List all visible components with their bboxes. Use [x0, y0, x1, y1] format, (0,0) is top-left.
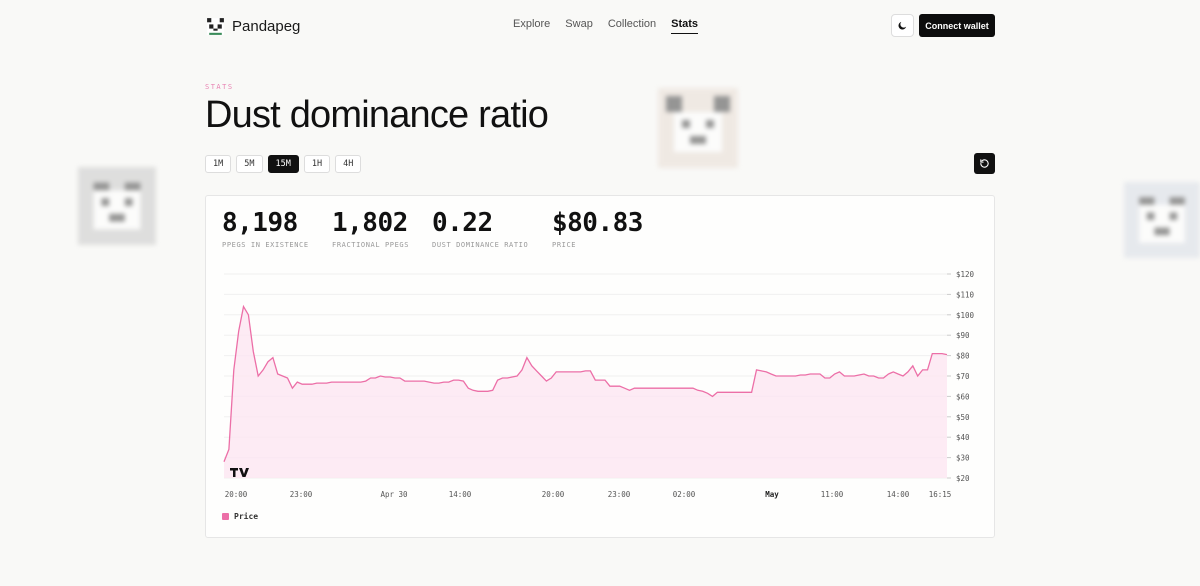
x-tick-label: 14:00 [449, 490, 472, 499]
price-chart-svg: $120 $110 $100 $90 $80 $70 $60 $50 $40 $30 $20 20:0… [223, 270, 975, 499]
x-tick-label: 02:00 [673, 490, 696, 499]
page-title: Dust dominance ratio [205, 94, 549, 136]
y-tick-label: $60 [956, 392, 970, 401]
y-tick-label: $100 [956, 311, 975, 320]
x-tick-label: Apr 30 [380, 490, 408, 499]
timeframe-1m[interactable]: 1M [205, 155, 232, 173]
timeframe-1h[interactable]: 1H [303, 155, 331, 173]
nav-collection[interactable]: Collection [608, 18, 656, 34]
brand-name: Pandapeg [232, 17, 301, 35]
y-tick-label: $50 [956, 413, 970, 422]
x-tick-label: May [765, 490, 779, 499]
legend-label-price: Price [234, 512, 259, 521]
y-tick-label: $110 [956, 290, 975, 299]
refresh-icon [980, 159, 989, 168]
moon-icon [898, 21, 907, 30]
x-tick-label: 20:00 [542, 490, 565, 499]
x-tick-label: 20:00 [225, 490, 248, 499]
stats-card: 8,198 PPEGS IN EXISTENCE 1,802 FRACTIONA… [205, 195, 995, 538]
x-tick-label: 23:00 [290, 490, 313, 499]
timeframe-15m[interactable]: 15M [267, 155, 299, 173]
timeframe-selector: 1M 5M 15M 1H 4H [205, 155, 362, 173]
y-tick-label: $40 [956, 433, 970, 442]
price-chart[interactable]: $120 $110 $100 $90 $80 $70 $60 $50 $40 $30 $20 20:0… [206, 196, 996, 539]
decorative-panda-image [1124, 178, 1200, 262]
x-tick-label: 11:00 [821, 490, 844, 499]
timeframe-5m[interactable]: 5M [236, 155, 263, 173]
y-tick-label: $80 [956, 352, 970, 361]
y-tick-label: $20 [956, 474, 970, 483]
brand-logo[interactable]: Pandapeg [205, 15, 300, 37]
main-nav: Explore Swap Collection Stats [513, 18, 699, 34]
connect-wallet-button[interactable]: Connect wallet [919, 14, 995, 37]
chart-legend: Price [222, 512, 258, 521]
y-tick-label: $30 [956, 454, 970, 463]
panda-logo-icon [207, 17, 224, 35]
y-tick-label: $90 [956, 331, 970, 340]
decorative-panda-image [658, 88, 738, 168]
refresh-button[interactable] [974, 153, 995, 174]
nav-swap[interactable]: Swap [565, 18, 593, 34]
nav-stats[interactable]: Stats [671, 18, 699, 34]
y-tick-label: $120 [956, 270, 975, 279]
price-area-fill [224, 306, 947, 478]
legend-swatch [222, 513, 229, 520]
x-tick-label: 23:00 [608, 490, 631, 499]
x-tick-label: 16:15 [929, 490, 952, 499]
section-eyebrow: STATS [205, 83, 234, 91]
timeframe-4h[interactable]: 4H [335, 155, 362, 173]
theme-toggle-button[interactable] [891, 14, 914, 37]
top-nav-bar: Pandapeg Explore Swap Collection Stats C… [0, 0, 1200, 52]
decorative-panda-image [78, 167, 156, 245]
x-tick-label: 14:00 [887, 490, 910, 499]
y-tick-label: $70 [956, 372, 970, 381]
nav-explore[interactable]: Explore [513, 18, 550, 34]
